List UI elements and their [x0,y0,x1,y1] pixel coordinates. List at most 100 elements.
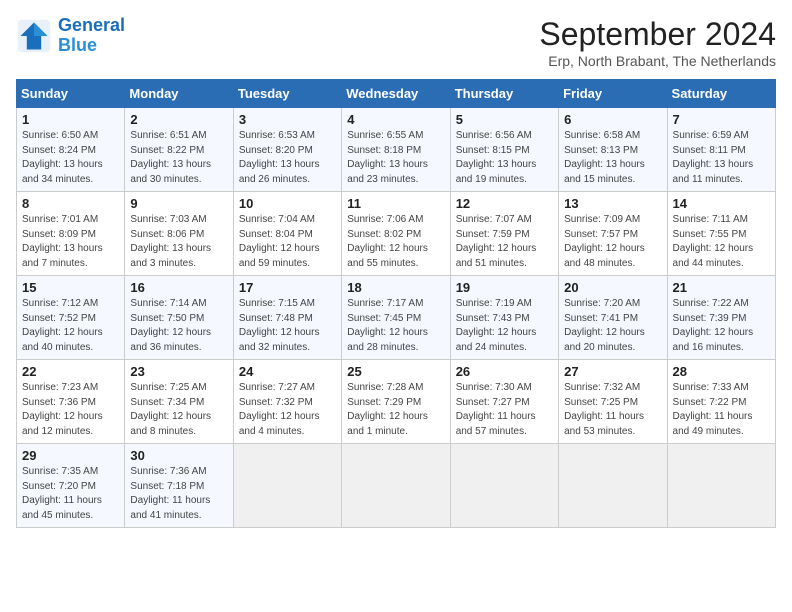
logo-text: General Blue [58,16,125,56]
calendar-cell: 27 Sunrise: 7:32 AMSunset: 7:25 PMDayligh… [559,360,667,444]
calendar-week-row: 15 Sunrise: 7:12 AMSunset: 7:52 PMDayligh… [17,276,776,360]
calendar-week-row: 29 Sunrise: 7:35 AMSunset: 7:20 PMDayligh… [17,444,776,528]
day-info: Sunrise: 7:30 AMSunset: 7:27 PMDaylight:… [456,381,553,439]
calendar-cell: 24 Sunrise: 7:27 AMSunset: 7:32 PMDayligh… [233,360,341,444]
day-number: 15 [22,280,119,295]
calendar-cell: 1 Sunrise: 6:50 AMSunset: 8:24 PMDaylight… [17,108,125,192]
calendar-cell: 11Sunrise: 7:06 AMSunset: 8:02 PMDayligh… [342,192,450,276]
day-number: 23 [130,364,227,379]
day-info: Sunrise: 7:27 AMSunset: 7:32 PMDaylight:… [239,381,336,439]
day-info: Sunrise: 6:56 AMSunset: 8:15 PMDaylight:… [456,129,553,187]
day-number: 19 [456,280,553,295]
day-info: Sunrise: 7:07 AMSunset: 7:59 PMDaylight:… [456,213,553,271]
calendar-table: SundayMondayTuesdayWednesdayThursdayFrid… [16,79,776,528]
day-number: 4 [347,112,444,127]
day-number: 8 [22,196,119,211]
calendar-cell: 26 Sunrise: 7:30 AMSunset: 7:27 PMDayligh… [450,360,558,444]
calendar-cell: 18 Sunrise: 7:17 AMSunset: 7:45 PMDayligh… [342,276,450,360]
calendar-cell: 7Sunrise: 6:59 AMSunset: 8:11 PMDaylight… [667,108,775,192]
day-info: Sunrise: 7:17 AMSunset: 7:45 PMDaylight:… [347,297,444,355]
calendar-cell: 6 Sunrise: 6:58 AMSunset: 8:13 PMDaylight… [559,108,667,192]
calendar-cell: 19 Sunrise: 7:19 AMSunset: 7:43 PMDayligh… [450,276,558,360]
calendar-cell: 21Sunrise: 7:22 AMSunset: 7:39 PMDayligh… [667,276,775,360]
calendar-cell: 16Sunrise: 7:14 AMSunset: 7:50 PMDayligh… [125,276,233,360]
weekday-header-wednesday: Wednesday [342,80,450,108]
day-number: 26 [456,364,553,379]
day-number: 3 [239,112,336,127]
calendar-week-row: 22Sunrise: 7:23 AMSunset: 7:36 PMDayligh… [17,360,776,444]
calendar-cell: 17 Sunrise: 7:15 AMSunset: 7:48 PMDayligh… [233,276,341,360]
logo-icon [16,18,52,54]
month-title: September 2024 [539,16,776,53]
weekday-header-monday: Monday [125,80,233,108]
weekday-header-sunday: Sunday [17,80,125,108]
logo: General Blue [16,16,125,56]
day-number: 30 [130,448,227,463]
calendar-cell: 14 Sunrise: 7:11 AMSunset: 7:55 PMDayligh… [667,192,775,276]
day-info: Sunrise: 7:33 AMSunset: 7:22 PMDaylight:… [673,381,770,439]
calendar-cell [559,444,667,528]
day-info: Sunrise: 6:51 AMSunset: 8:22 PMDaylight:… [130,129,227,187]
day-info: Sunrise: 7:09 AMSunset: 7:57 PMDaylight:… [564,213,661,271]
calendar-cell: 28 Sunrise: 7:33 AMSunset: 7:22 PMDayligh… [667,360,775,444]
day-number: 7 [673,112,770,127]
day-info: Sunrise: 7:22 AMSunset: 7:39 PMDaylight:… [673,297,770,355]
calendar-cell: 4Sunrise: 6:55 AMSunset: 8:18 PMDaylight… [342,108,450,192]
calendar-cell: 22Sunrise: 7:23 AMSunset: 7:36 PMDayligh… [17,360,125,444]
calendar-week-row: 1 Sunrise: 6:50 AMSunset: 8:24 PMDaylight… [17,108,776,192]
day-number: 2 [130,112,227,127]
day-number: 25 [347,364,444,379]
day-info: Sunrise: 6:50 AMSunset: 8:24 PMDaylight:… [22,129,119,187]
day-info: Sunrise: 7:11 AMSunset: 7:55 PMDaylight:… [673,213,770,271]
calendar-cell: 23Sunrise: 7:25 AMSunset: 7:34 PMDayligh… [125,360,233,444]
day-number: 1 [22,112,119,127]
day-info: Sunrise: 7:12 AMSunset: 7:52 PMDaylight:… [22,297,119,355]
day-number: 22 [22,364,119,379]
day-info: Sunrise: 7:35 AMSunset: 7:20 PMDaylight:… [22,465,119,523]
day-number: 12 [456,196,553,211]
calendar-cell: 25 Sunrise: 7:28 AMSunset: 7:29 PMDayligh… [342,360,450,444]
day-number: 6 [564,112,661,127]
day-number: 11 [347,196,444,211]
day-number: 18 [347,280,444,295]
weekday-header-friday: Friday [559,80,667,108]
calendar-cell: 5 Sunrise: 6:56 AMSunset: 8:15 PMDaylight… [450,108,558,192]
day-info: Sunrise: 7:03 AMSunset: 8:06 PMDaylight:… [130,213,227,271]
calendar-cell: 30 Sunrise: 7:36 AMSunset: 7:18 PMDayligh… [125,444,233,528]
day-number: 20 [564,280,661,295]
calendar-cell [450,444,558,528]
calendar-cell [667,444,775,528]
day-info: Sunrise: 6:58 AMSunset: 8:13 PMDaylight:… [564,129,661,187]
day-number: 13 [564,196,661,211]
day-info: Sunrise: 7:19 AMSunset: 7:43 PMDaylight:… [456,297,553,355]
day-info: Sunrise: 7:14 AMSunset: 7:50 PMDaylight:… [130,297,227,355]
day-number: 14 [673,196,770,211]
calendar-cell: 13 Sunrise: 7:09 AMSunset: 7:57 PMDayligh… [559,192,667,276]
day-number: 24 [239,364,336,379]
day-info: Sunrise: 7:15 AMSunset: 7:48 PMDaylight:… [239,297,336,355]
day-number: 28 [673,364,770,379]
day-info: Sunrise: 7:32 AMSunset: 7:25 PMDaylight:… [564,381,661,439]
calendar-body: 1 Sunrise: 6:50 AMSunset: 8:24 PMDaylight… [17,108,776,528]
calendar-cell [342,444,450,528]
calendar-header-row: SundayMondayTuesdayWednesdayThursdayFrid… [17,80,776,108]
calendar-cell: 3Sunrise: 6:53 AMSunset: 8:20 PMDaylight… [233,108,341,192]
day-info: Sunrise: 7:36 AMSunset: 7:18 PMDaylight:… [130,465,227,523]
title-block: September 2024 Erp, North Brabant, The N… [539,16,776,69]
calendar-cell: 15 Sunrise: 7:12 AMSunset: 7:52 PMDayligh… [17,276,125,360]
day-number: 29 [22,448,119,463]
day-number: 27 [564,364,661,379]
calendar-cell: 2 Sunrise: 6:51 AMSunset: 8:22 PMDaylight… [125,108,233,192]
day-number: 9 [130,196,227,211]
weekday-header-thursday: Thursday [450,80,558,108]
calendar-cell: 8Sunrise: 7:01 AMSunset: 8:09 PMDaylight… [17,192,125,276]
calendar-cell: 12 Sunrise: 7:07 AMSunset: 7:59 PMDayligh… [450,192,558,276]
day-number: 5 [456,112,553,127]
day-info: Sunrise: 7:28 AMSunset: 7:29 PMDaylight:… [347,381,444,439]
calendar-cell: 20Sunrise: 7:20 AMSunset: 7:41 PMDayligh… [559,276,667,360]
calendar-week-row: 8Sunrise: 7:01 AMSunset: 8:09 PMDaylight… [17,192,776,276]
weekday-header-tuesday: Tuesday [233,80,341,108]
day-number: 17 [239,280,336,295]
page-header: General Blue September 2024 Erp, North B… [16,16,776,69]
day-info: Sunrise: 7:04 AMSunset: 8:04 PMDaylight:… [239,213,336,271]
